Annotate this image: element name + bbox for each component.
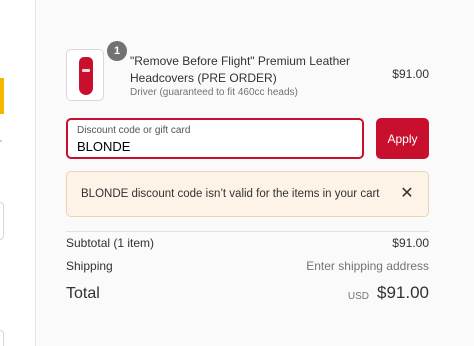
total-currency: USD: [347, 291, 369, 302]
discount-error-notice: BLONDE discount code isn’t valid for the…: [66, 171, 429, 217]
total-amount: $91.00: [377, 283, 429, 302]
total-label: Total: [66, 285, 100, 302]
close-icon[interactable]: ✕: [397, 184, 417, 204]
headcover-image-icon: [79, 57, 93, 95]
discount-code-input[interactable]: [77, 138, 347, 155]
subtotal-label: Subtotal (1 item): [66, 236, 155, 250]
highlight-bar: [0, 78, 4, 114]
shipping-label: Shipping: [66, 259, 113, 273]
shipping-value: Enter shipping address: [306, 259, 429, 273]
subtotal-value: $91.00: [392, 236, 429, 250]
discount-field-label: Discount code or gift card: [77, 125, 191, 136]
product-name: "Remove Before Flight" Premium Leather H…: [130, 54, 350, 85]
shipping-row: Shipping Enter shipping address: [66, 259, 429, 277]
product-price: $91.00: [392, 67, 429, 81]
product-thumbnail: 1: [66, 41, 127, 101]
divider-mark: [0, 140, 2, 142]
error-message: BLONDE discount code isn’t valid for the…: [81, 188, 380, 200]
apply-button[interactable]: Apply: [376, 118, 429, 159]
summary-divider: [66, 231, 429, 232]
product-variant: Driver (guaranteed to fit 460cc heads): [130, 87, 298, 98]
subtotal-row: Subtotal (1 item) $91.00: [66, 236, 429, 254]
input-edge-lower[interactable]: [0, 330, 4, 346]
input-edge[interactable]: [0, 202, 4, 240]
quantity-badge: 1: [107, 41, 127, 61]
discount-code-field[interactable]: Discount code or gift card: [66, 118, 364, 159]
main-panel-edge: [0, 0, 36, 346]
total-row: Total USD $91.00: [66, 283, 429, 307]
